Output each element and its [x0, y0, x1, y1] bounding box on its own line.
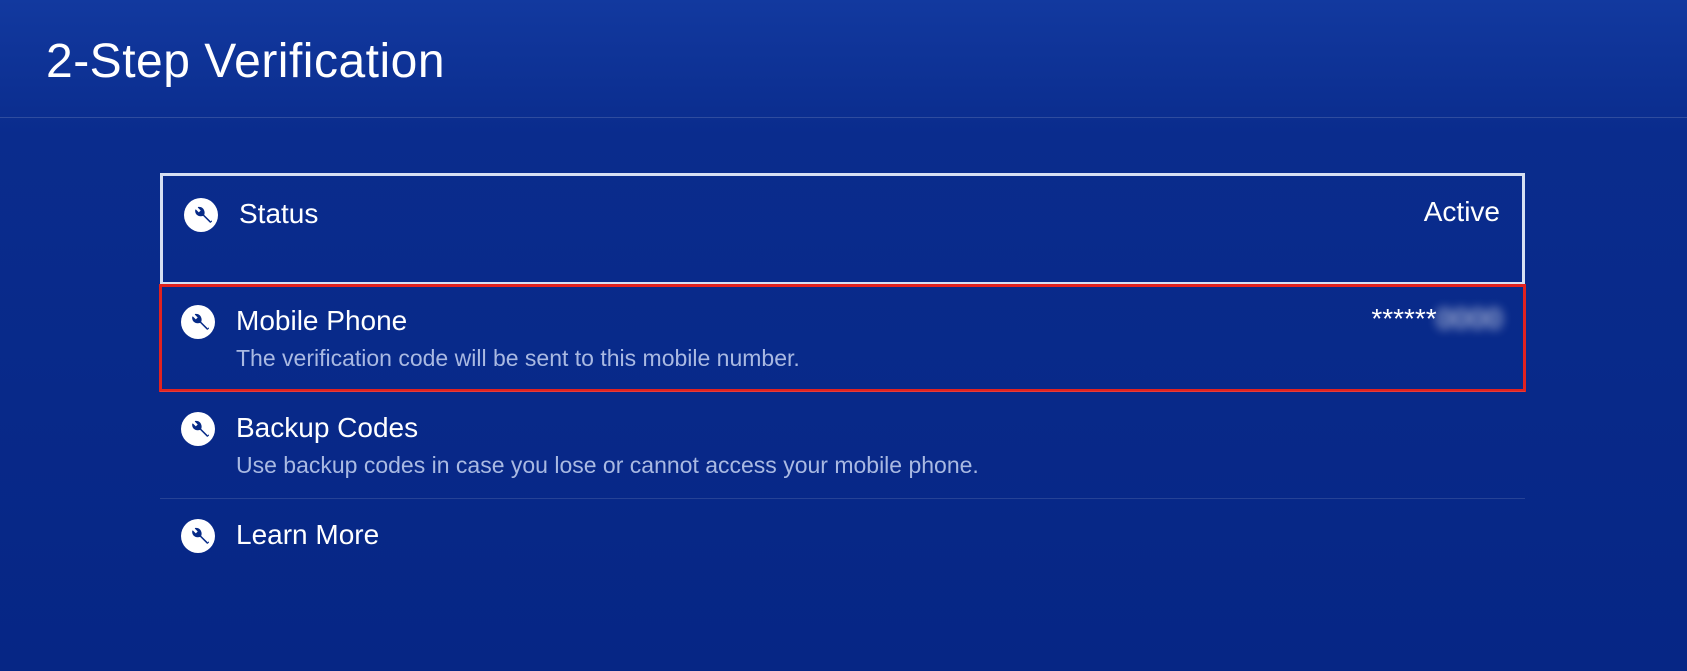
mobile-phone-label: Mobile Phone	[236, 303, 1351, 338]
learn-more-label: Learn More	[236, 517, 1503, 552]
wrench-icon	[178, 412, 218, 446]
menu-item-mobile-phone[interactable]: Mobile Phone The verification code will …	[160, 285, 1525, 391]
page-title: 2-Step Verification	[0, 0, 1687, 117]
backup-codes-desc: Use backup codes in case you lose or can…	[236, 451, 1503, 480]
menu-item-backup-codes[interactable]: Backup Codes Use backup codes in case yo…	[160, 391, 1525, 498]
wrench-icon	[178, 305, 218, 339]
status-value: Active	[1424, 196, 1500, 228]
status-label: Status	[239, 196, 1404, 231]
wrench-icon	[181, 198, 221, 232]
mobile-phone-value: ******0000	[1371, 303, 1503, 335]
mobile-phone-masked-suffix: 0000	[1437, 303, 1503, 334]
menu-item-learn-more[interactable]: Learn More	[160, 498, 1525, 572]
wrench-icon	[178, 519, 218, 553]
header-divider	[0, 117, 1687, 118]
mobile-phone-masked-prefix: ******	[1371, 303, 1436, 334]
mobile-phone-desc: The verification code will be sent to th…	[236, 344, 1351, 373]
settings-menu: Status Active Mobile Phone The verificat…	[160, 173, 1525, 572]
backup-codes-label: Backup Codes	[236, 410, 1503, 445]
menu-item-status[interactable]: Status Active	[160, 173, 1525, 285]
